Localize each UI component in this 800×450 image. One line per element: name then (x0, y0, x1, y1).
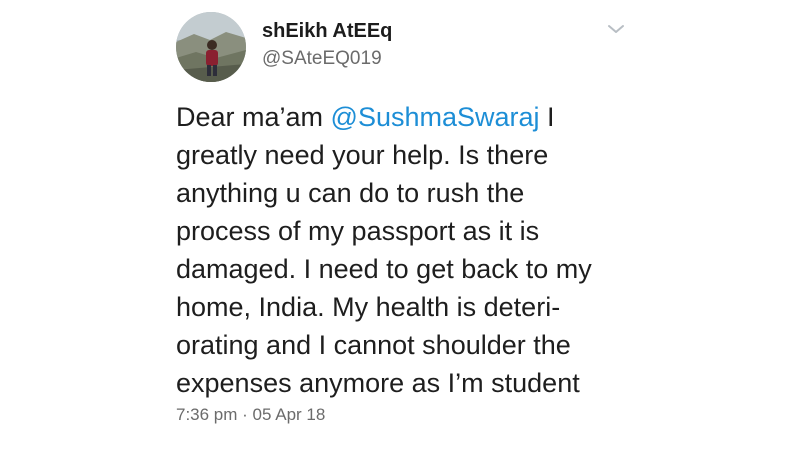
mention-link[interactable]: @SushmaSwaraj (331, 102, 540, 132)
tweet-line: orating and I cannot shoulder the (176, 330, 571, 360)
tweet-text-segment: Dear ma’am (176, 102, 331, 132)
user-handle[interactable]: @SAteEQ019 (262, 48, 382, 70)
tweet-line: damaged. I need to get back to my (176, 254, 592, 284)
tweet-line: greatly need your help. Is there (176, 140, 549, 170)
tweet-line: home, India. My health is deteri- (176, 292, 561, 322)
tweet-menu-button[interactable] (604, 20, 628, 38)
profile-photo-icon (176, 12, 246, 82)
tweet-text: Dear ma’am @SushmaSwaraj I greatly need … (176, 98, 646, 402)
avatar[interactable] (176, 12, 246, 82)
chevron-down-icon (608, 25, 624, 33)
tweet-line: expenses anymore as I’m student (176, 368, 580, 398)
tweet-timestamp[interactable]: 7:36 pm · 05 Apr 18 (176, 405, 325, 425)
tweet-line: process of my passport as it is (176, 216, 540, 246)
display-name[interactable]: shEikh AtEEq (262, 20, 392, 43)
tweet-card: shEikh AtEEq @SAteEQ019 Dear ma’am @Sush… (0, 0, 800, 450)
tweet-text-segment: I (539, 102, 555, 132)
tweet-line: Dear ma’am @SushmaSwaraj I (176, 98, 646, 136)
tweet-line: anything u can do to rush the (176, 178, 525, 208)
